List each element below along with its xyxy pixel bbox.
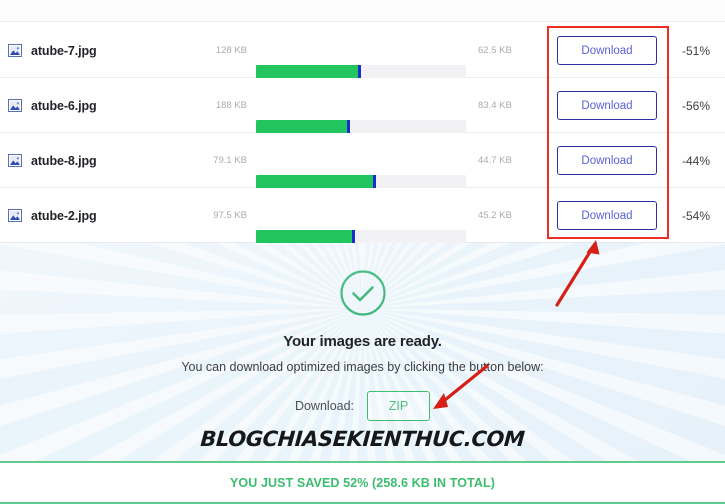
table-row: atube-6.jpg 188 KB 83.4 KB Download -56%: [0, 78, 725, 134]
image-file-icon: [8, 99, 22, 112]
optimized-file-list: atube-7.jpg 128 KB 62.5 KB Download -51%…: [0, 23, 725, 244]
download-button[interactable]: Download: [557, 91, 657, 120]
download-button[interactable]: Download: [557, 36, 657, 65]
file-name: atube-6.jpg: [31, 98, 97, 113]
download-button[interactable]: Download: [557, 201, 657, 230]
savings-percent: -51%: [682, 43, 711, 58]
total-savings-text: YOU JUST SAVED 52% (258.6 KB IN TOTAL): [230, 475, 495, 490]
check-icon-wrap: [0, 269, 725, 317]
download-label: Download:: [294, 399, 355, 413]
size-before: 128 KB: [215, 45, 247, 56]
savings-percent: -56%: [682, 98, 711, 113]
savings-percent: -44%: [682, 153, 711, 168]
file-name-cell: atube-8.jpg: [8, 133, 97, 188]
image-file-icon: [8, 154, 22, 167]
success-panel: Your images are ready. You can download …: [0, 243, 725, 461]
size-after: 45.2 KB: [478, 210, 512, 221]
savings-footer: YOU JUST SAVED 52% (258.6 KB IN TOTAL): [0, 461, 725, 504]
compression-bar: [256, 65, 466, 79]
page-title: Your images are ready.: [283, 333, 442, 350]
page-subtitle: You can download optimized images by cli…: [181, 360, 544, 374]
zip-download-row: Download: ZIP: [0, 391, 725, 421]
file-name-cell: atube-7.jpg: [8, 23, 97, 78]
file-name: atube-7.jpg: [31, 43, 97, 58]
download-button[interactable]: Download: [557, 146, 657, 175]
image-optimizer-result-page: atube-7.jpg 128 KB 62.5 KB Download -51%…: [0, 0, 725, 504]
check-circle-icon: [339, 270, 386, 316]
size-before: 188 KB: [215, 100, 247, 111]
compression-bar-fill: [256, 175, 374, 189]
size-after: 44.7 KB: [478, 155, 512, 166]
size-before: 79.1 KB: [213, 155, 247, 166]
file-name: atube-8.jpg: [31, 153, 97, 168]
file-name-cell: atube-2.jpg: [8, 188, 97, 243]
compression-bar-marker: [351, 230, 355, 244]
image-file-icon: [8, 44, 22, 57]
table-row: atube-7.jpg 128 KB 62.5 KB Download -51%: [0, 23, 725, 79]
size-before: 97.5 KB: [213, 210, 247, 221]
compression-bar: [256, 120, 466, 134]
compression-bar-marker: [372, 175, 376, 189]
table-row: atube-2.jpg 97.5 KB 45.2 KB Download -54…: [0, 188, 725, 244]
compression-bar: [256, 175, 466, 189]
size-after: 83.4 KB: [478, 100, 512, 111]
savings-percent: -54%: [682, 208, 711, 223]
zip-download-button[interactable]: ZIP: [367, 391, 431, 421]
partial-row-above: [0, 0, 725, 22]
file-name: atube-2.jpg: [31, 208, 97, 223]
compression-bar-fill: [256, 65, 359, 79]
compression-bar-fill: [256, 120, 349, 134]
file-name-cell: atube-6.jpg: [8, 78, 97, 133]
compression-bar-marker: [347, 120, 351, 134]
size-after: 62.5 KB: [478, 45, 512, 56]
compression-bar: [256, 230, 466, 244]
table-row: atube-8.jpg 79.1 KB 44.7 KB Download -44…: [0, 133, 725, 189]
image-file-icon: [8, 209, 22, 222]
compression-bar-marker: [357, 65, 361, 79]
watermark: BLOGCHIASEKIENTHUC.COM: [199, 427, 526, 451]
compression-bar-fill: [256, 230, 353, 244]
